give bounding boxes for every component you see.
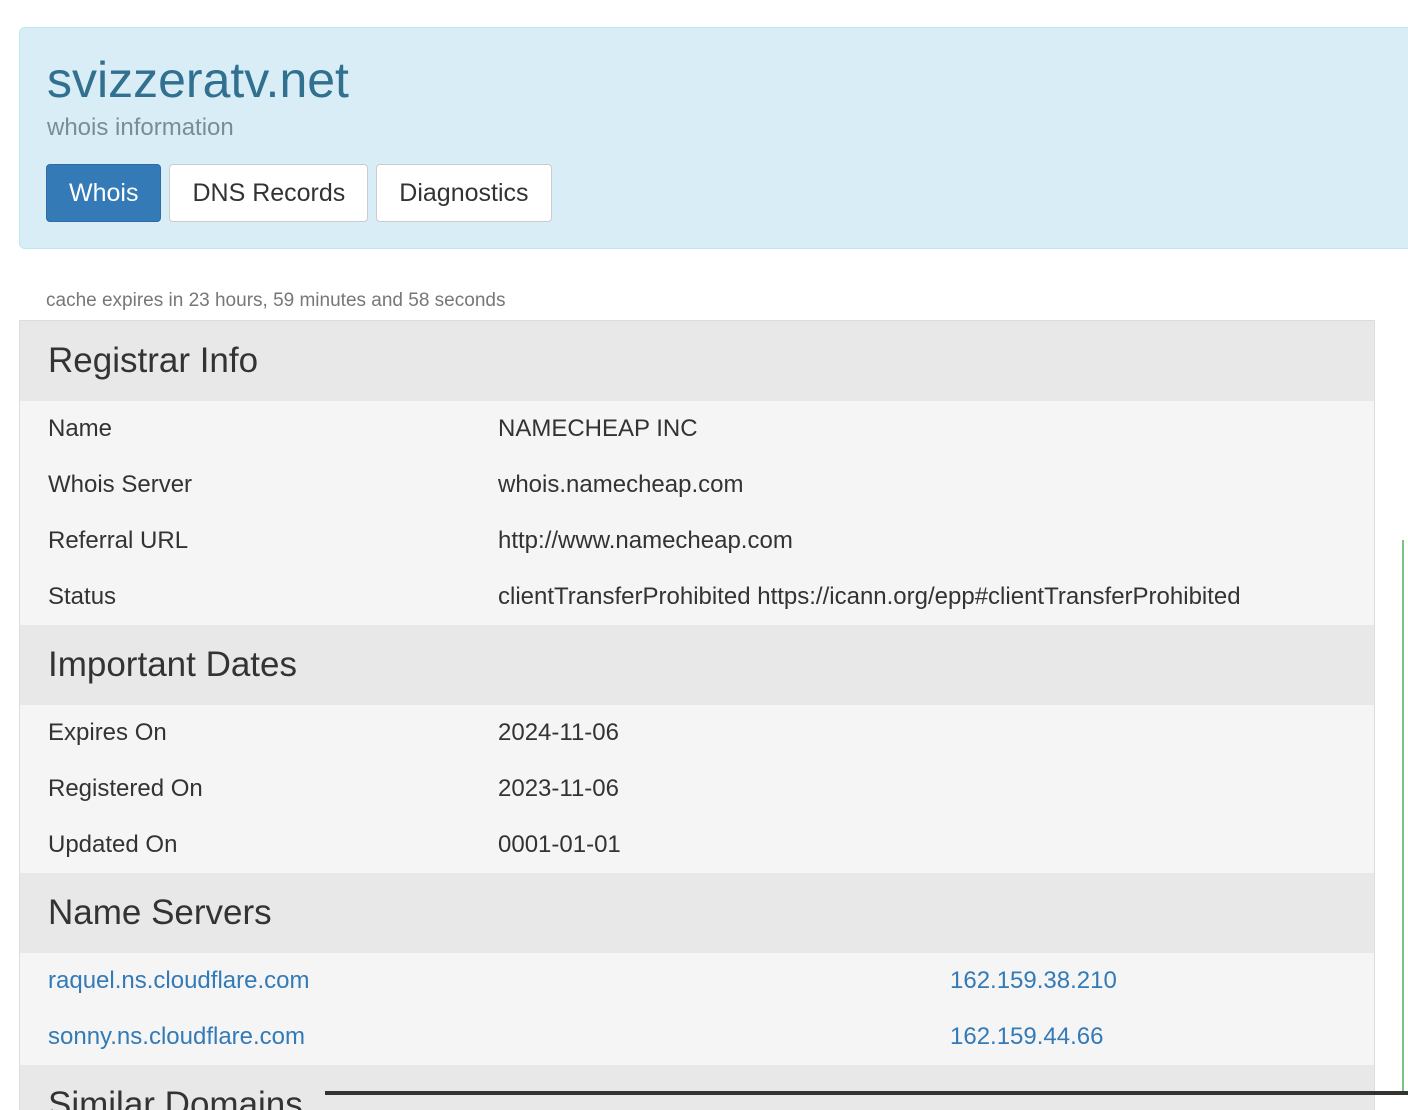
table-row: sonny.ns.cloudflare.com 162.159.44.66 (20, 1009, 1374, 1065)
table-row: Updated On 0001-01-01 (20, 817, 1374, 873)
tab-diagnostics[interactable]: Diagnostics (376, 164, 552, 222)
dates-section: Expires On 2024-11-06 Registered On 2023… (20, 705, 1374, 873)
row-value: whois.namecheap.com (498, 471, 744, 498)
table-row: Whois Server whois.namecheap.com (20, 457, 1374, 513)
tab-bar: Whois DNS Records Diagnostics (46, 164, 552, 222)
page-edge-accent (1402, 540, 1404, 1095)
table-row: Expires On 2024-11-06 (20, 705, 1374, 761)
table-row: Referral URL http://www.namecheap.com (20, 513, 1374, 569)
table-row: Registered On 2023-11-06 (20, 761, 1374, 817)
table-row: Name NAMECHEAP INC (20, 401, 1374, 457)
header-jumbotron: svizzeratv.net whois information Whois D… (19, 27, 1408, 249)
section-heading-name-servers: Name Servers (20, 873, 1374, 953)
name-server-ip-link[interactable]: 162.159.44.66 (950, 1009, 1103, 1065)
row-label: Name (48, 415, 113, 442)
row-value: http://www.namecheap.com (498, 527, 793, 554)
tab-whois[interactable]: Whois (46, 164, 162, 222)
row-label: Updated On (48, 831, 178, 858)
row-label: Whois Server (48, 471, 193, 498)
row-label: Referral URL (48, 527, 189, 554)
name-server-link[interactable]: sonny.ns.cloudflare.com (48, 1009, 305, 1065)
table-row: raquel.ns.cloudflare.com 162.159.38.210 (20, 953, 1374, 1009)
bottom-scroll-bar (325, 1091, 1408, 1095)
name-servers-section: raquel.ns.cloudflare.com 162.159.38.210 … (20, 953, 1374, 1065)
row-value: 0001-01-01 (498, 831, 621, 858)
section-heading-dates: Important Dates (20, 625, 1374, 705)
row-value: 2024-11-06 (498, 719, 619, 746)
row-label: Status (48, 583, 117, 610)
row-value: 2023-11-06 (498, 775, 619, 802)
row-label: Expires On (48, 719, 167, 746)
cache-expiry-note: cache expires in 23 hours, 59 minutes an… (46, 290, 506, 311)
section-heading-similar-domains: Similar Domains (20, 1065, 1374, 1110)
tab-dns-records[interactable]: DNS Records (169, 164, 369, 222)
name-server-ip-link[interactable]: 162.159.38.210 (950, 953, 1117, 1009)
name-server-link[interactable]: raquel.ns.cloudflare.com (48, 953, 309, 1009)
page-title: svizzeratv.net (47, 52, 349, 108)
whois-panel: Registrar Info Name NAMECHEAP INC Whois … (19, 320, 1375, 1110)
row-value: NAMECHEAP INC (498, 415, 698, 442)
section-heading-registrar: Registrar Info (20, 321, 1374, 401)
registrar-section: Name NAMECHEAP INC Whois Server whois.na… (20, 401, 1374, 625)
row-value: clientTransferProhibited https://icann.o… (498, 583, 1241, 610)
table-row: Status clientTransferProhibited https://… (20, 569, 1374, 625)
page-subtitle: whois information (47, 114, 234, 141)
row-label: Registered On (48, 775, 203, 802)
